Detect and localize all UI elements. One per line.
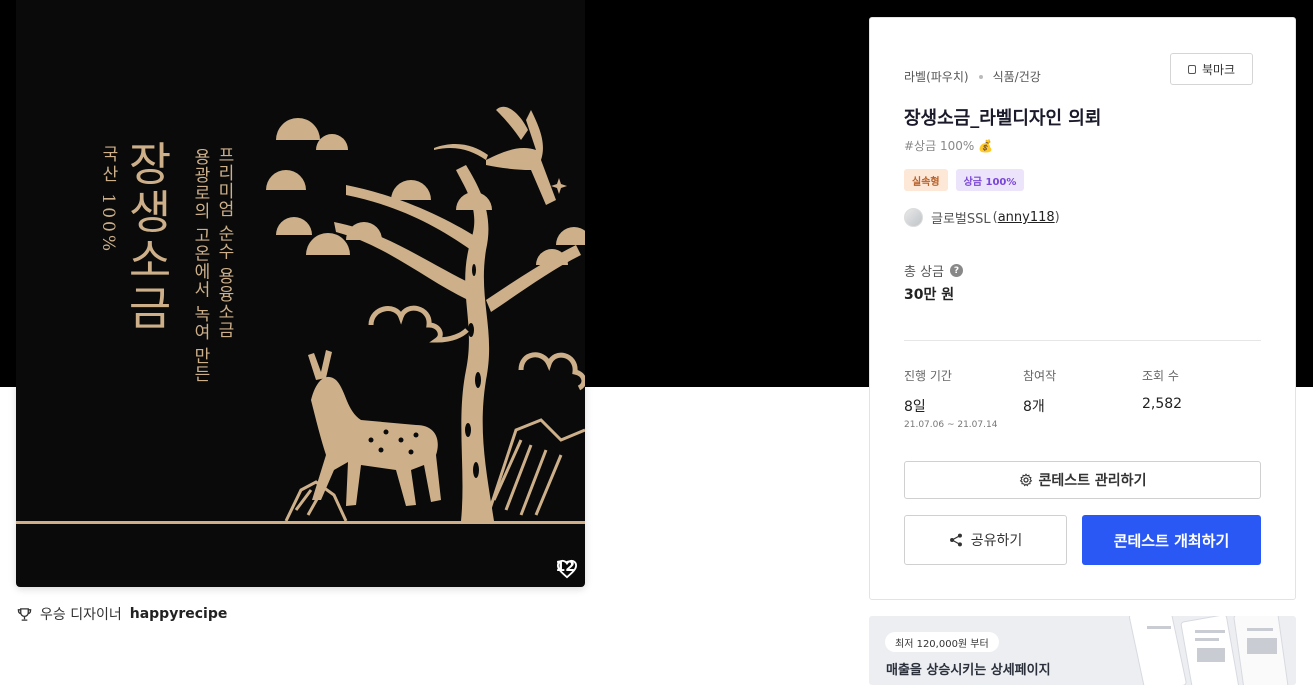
winner-designer: 우승 디자이너 happyrecipe [17,604,227,624]
badge-prize: 상금 100% [955,169,1025,191]
winner-name[interactable]: happyrecipe [130,606,228,622]
contest-artwork[interactable]: 국산 100% 장생소금 용광로의 고온에서 녹여 만든 프리미엄 순수 용융소… [16,0,585,587]
stat-entries: 참여작 8개 [1023,367,1142,430]
artwork-illustration [16,106,585,524]
stat-value: 2,582 [1142,396,1183,412]
badge-plan: 실속형 [904,169,948,191]
artwork-origin-text: 국산 100% [98,145,118,255]
gear-icon [1019,473,1032,487]
category-secondary[interactable]: 식품/건강 [993,68,1041,85]
host-name: 글로벌SSL [931,212,991,227]
contest-hashtag[interactable]: #상금 100% 💰 [904,137,993,154]
ad-image [1128,616,1289,685]
ad-title: 매출을 상승시키는 상세페이지 [886,663,1051,678]
stat-period: 진행 기간 8일 21.07.06 ~ 21.07.14 [904,367,1023,430]
trophy-icon [17,607,32,621]
host-avatar [904,208,923,227]
ad-price-pill: 최저 120,000원 부터 [885,632,999,652]
stat-views: 조회 수 2,582 [1142,367,1261,430]
badge-group: 실속형 상금 100% [904,169,1025,191]
bookmark-icon [1187,64,1196,74]
stat-value: 8개 [1023,399,1045,415]
manage-contest-button[interactable]: 콘테스트 관리하기 [904,461,1261,499]
host-contest-button[interactable]: 콘테스트 개최하기 [1082,515,1261,565]
stat-label: 참여작 [1023,369,1057,383]
stat-label: 조회 수 [1142,369,1179,383]
prize-value: 30만 원 [904,287,955,303]
stat-value: 8일 [904,399,926,415]
share-icon [949,533,962,547]
ad-banner[interactable]: 최저 120,000원 부터 매출을 상승시키는 상세페이지 [869,616,1296,685]
heart-icon [556,559,577,579]
contest-host: 글로벌SSL (anny118) [904,208,1060,227]
bookmark-label: 북마크 [1201,62,1236,77]
artwork-brand-text: 장생소금 [120,140,174,332]
manage-label: 콘테스트 관리하기 [1038,473,1147,489]
contest-stats: 진행 기간 8일 21.07.06 ~ 21.07.14 참여작 8개 조회 수… [904,367,1261,430]
artwork-tagline-1: 프리미엄 순수 용융소금 [214,146,234,339]
stat-sub: 21.07.06 ~ 21.07.14 [904,420,998,430]
host-id-wrapper: (anny118) [992,210,1060,225]
host-id-link[interactable]: anny118 [998,210,1055,225]
prize-label-text: 총 상금 [904,265,945,280]
bookmark-button[interactable]: 북마크 [1170,53,1253,85]
share-label: 공유하기 [970,533,1023,549]
breadcrumb: 라벨(파우치) 식품/건강 [904,68,1041,85]
prize-label: 총 상금 ? [904,261,964,280]
separator-dot [978,74,983,79]
like-button[interactable]: 12 [556,559,577,579]
category-primary[interactable]: 라벨(파우치) [904,68,969,85]
artwork-tagline-2: 용광로의 고온에서 녹여 만든 [190,148,210,384]
contest-info-panel: 라벨(파우치) 식품/건강 북마크 장생소금_라벨디자인 의뢰 #상금 100%… [869,17,1296,600]
divider [904,340,1261,341]
share-button[interactable]: 공유하기 [904,515,1067,565]
question-icon[interactable]: ? [950,264,964,277]
contest-title: 장생소금_라벨디자인 의뢰 [904,108,1102,129]
stat-label: 진행 기간 [904,369,952,383]
winner-prefix: 우승 디자이너 [40,607,122,623]
